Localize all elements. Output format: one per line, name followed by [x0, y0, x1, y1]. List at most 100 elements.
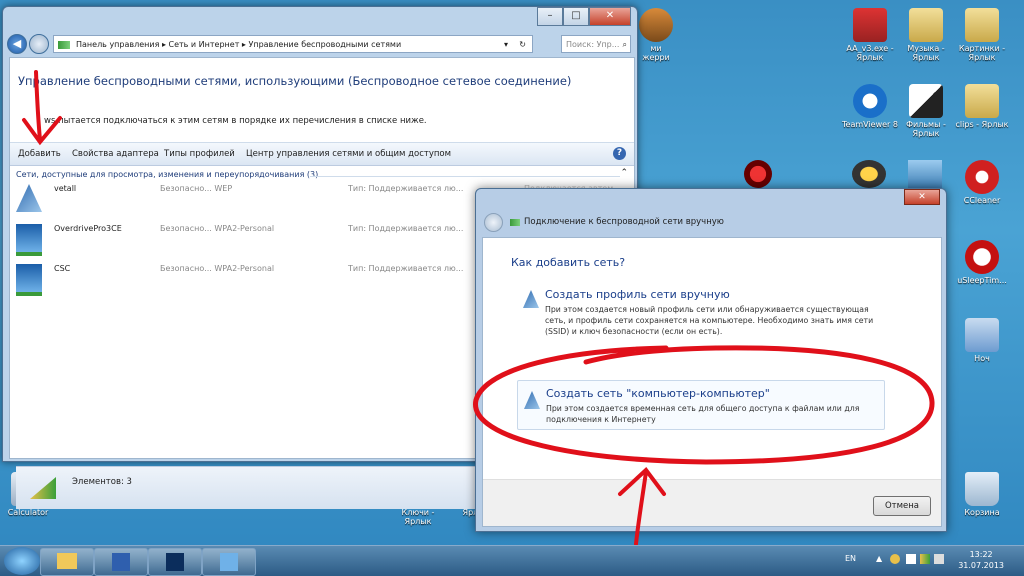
folder-icon: [57, 553, 77, 569]
taskbar-photoshop-button[interactable]: [148, 548, 202, 576]
wireless-network-icon: [523, 290, 539, 308]
computer-network-icon: [16, 264, 42, 296]
divider: [310, 176, 620, 177]
address-part[interactable]: Панель управления: [76, 40, 159, 49]
network-icon: [965, 318, 999, 352]
control-panel-icon: [220, 553, 238, 571]
desktop-icon-label: Ключи - Ярлык: [401, 508, 435, 526]
maximize-button[interactable]: □: [563, 7, 589, 26]
address-dropdown-icon[interactable]: ▾: [504, 36, 508, 54]
aimp-icon: [852, 160, 886, 188]
desktop-icon-label: uSleepTim...: [957, 276, 1007, 285]
cancel-button[interactable]: Отмена: [873, 496, 931, 516]
desktop-icon-teamviewer[interactable]: TeamViewer 8: [840, 84, 900, 129]
option-description: При этом создается новый профиль сети ил…: [545, 305, 874, 336]
desktop-icon-label: ми жерри: [642, 44, 670, 62]
adapter-properties-button[interactable]: Свойства адаптера: [72, 149, 159, 159]
desktop-icon-music[interactable]: Музыка - Ярлык: [896, 8, 956, 62]
clock-time: 13:22: [969, 550, 993, 559]
collapse-icon[interactable]: ⌃: [620, 168, 628, 178]
taskbar-explorer-button[interactable]: [40, 548, 94, 576]
window-controls: – □ ✕: [537, 7, 631, 26]
speaker-icon: [744, 160, 772, 188]
tray-flag-icon[interactable]: [906, 554, 916, 564]
address-part[interactable]: Сеть и Интернет: [169, 40, 240, 49]
taskbar: EN ▲ 13:22 31.07.2013: [0, 545, 1024, 576]
photoshop-icon: [166, 553, 184, 571]
help-icon[interactable]: ?: [613, 147, 626, 160]
wireless-network-icon: [16, 184, 42, 212]
taskbar-control-panel-button[interactable]: [202, 548, 256, 576]
address-bar[interactable]: Панель управления ▸ Сеть и Интернет ▸ Уп…: [53, 35, 533, 53]
taskbar-word-button[interactable]: [94, 548, 148, 576]
music-folder-icon: [909, 8, 943, 42]
page-title: Управление беспроводными сетями, использ…: [18, 74, 572, 88]
back-button[interactable]: ◀: [7, 34, 27, 54]
clock[interactable]: 13:22 31.07.2013: [958, 549, 1004, 571]
adhoc-network-icon: [524, 391, 540, 409]
desktop-icon-label: AA_v3.exe - Ярлык: [846, 44, 894, 62]
start-button[interactable]: [4, 547, 40, 575]
recycle-bin-icon: [965, 472, 999, 506]
network-icon: [510, 219, 520, 226]
network-center-button[interactable]: Центр управления сетями и общим доступом: [246, 149, 451, 159]
desktop-icon-network[interactable]: Ноч: [952, 318, 1012, 363]
dialog-content: Как добавить сеть? Создать профиль сети …: [482, 237, 942, 527]
option-manual-profile[interactable]: Создать профиль сети вручную При этом со…: [517, 286, 907, 344]
word-icon: [112, 553, 130, 571]
search-icon: ⌕: [622, 40, 627, 49]
network-icon: [58, 41, 70, 49]
option-title: Создать профиль сети вручную: [545, 288, 730, 301]
network-security: Безопасно... WPA2-Personal: [160, 264, 275, 273]
movies-folder-icon: [909, 84, 943, 118]
search-input[interactable]: Поиск: Упр... ⌕: [561, 35, 631, 53]
tray-network-icon[interactable]: [890, 554, 900, 564]
clock-date: 31.07.2013: [958, 561, 1004, 570]
network-type: Тип: Поддерживается лю...: [348, 224, 464, 233]
desktop-icon-pictures[interactable]: Картинки - Ярлык: [952, 8, 1012, 62]
desktop-icon-clips[interactable]: clips - Ярлык: [952, 84, 1012, 129]
desktop-icon-aa[interactable]: AA_v3.exe - Ярлык: [840, 8, 900, 62]
desktop-icon-label: Картинки - Ярлык: [958, 44, 1006, 62]
cartoon-icon: [639, 8, 673, 42]
desktop-icon-usleeptimer[interactable]: uSleepTim...: [952, 240, 1012, 285]
app-icon: [908, 160, 942, 188]
dialog-question: Как добавить сеть?: [511, 256, 626, 269]
network-security: Безопасно... WEP: [160, 184, 233, 193]
desktop-icon-recycle-bin[interactable]: Корзина: [952, 472, 1012, 517]
add-button[interactable]: Добавить: [18, 149, 61, 159]
desktop-icon-label: CCleaner: [963, 196, 1001, 205]
option-title: Создать сеть "компьютер-компьютер": [546, 387, 770, 400]
option-adhoc-network[interactable]: Создать сеть "компьютер-компьютер" При э…: [517, 380, 885, 430]
desktop-icon-label: TeamViewer 8: [842, 120, 898, 129]
tray-volume-icon[interactable]: [934, 554, 944, 564]
desktop-icon-label: Фильмы - Ярлык: [906, 120, 946, 138]
network-type: Тип: Поддерживается лю...: [348, 184, 464, 193]
minimize-button[interactable]: –: [537, 7, 563, 26]
refresh-icon[interactable]: ↻: [519, 36, 526, 54]
desktop-icon-label: Корзина: [964, 508, 1000, 517]
language-indicator[interactable]: EN: [845, 554, 856, 563]
group-header: Сети, доступные для просмотра, изменения…: [16, 170, 319, 179]
desktop-icon-label: Музыка - Ярлык: [907, 44, 945, 62]
forward-button[interactable]: [29, 34, 49, 54]
desktop-icon-label: clips - Ярлык: [955, 120, 1009, 129]
profile-types-button[interactable]: Типы профилей: [164, 149, 235, 159]
tray-up-icon[interactable]: ▲: [876, 554, 882, 563]
dialog-footer: Отмена: [483, 479, 941, 526]
close-button[interactable]: ✕: [589, 7, 631, 26]
tray-signal-icon[interactable]: [920, 554, 930, 564]
desktop-icon-ccleaner[interactable]: CCleaner: [952, 160, 1012, 205]
network-type: Тип: Поддерживается лю...: [348, 264, 464, 273]
ccleaner-icon: [965, 160, 999, 194]
address-part[interactable]: Управление беспроводными сетями: [248, 40, 401, 49]
back-arrow-button[interactable]: [484, 213, 503, 232]
network-name: OverdrivePro3CE: [54, 224, 122, 233]
computer-network-icon: [16, 224, 42, 256]
folder-icon: [965, 84, 999, 118]
alarm-clock-icon: [965, 240, 999, 274]
desktop-icon-label: Ноч: [974, 354, 990, 363]
desktop-icon-movies[interactable]: Фильмы - Ярлык: [896, 84, 956, 138]
dialog-close-button[interactable]: ✕: [904, 189, 940, 205]
network-name: CSC: [54, 264, 71, 273]
